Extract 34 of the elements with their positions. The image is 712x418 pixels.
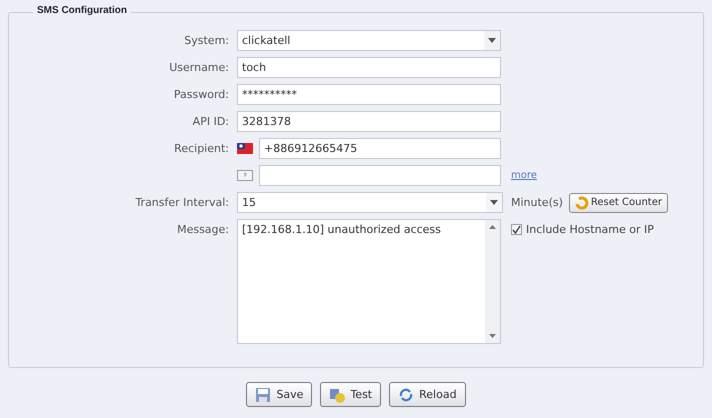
field-label: Message:	[176, 222, 229, 236]
refresh-icon	[398, 386, 414, 402]
more-link[interactable]: more	[511, 170, 537, 181]
scroll-up-icon	[489, 225, 496, 229]
input-field[interactable]: toch	[237, 57, 501, 78]
input-field[interactable]: **********	[237, 84, 501, 105]
checkbox-label: Include Hostname or IP	[526, 223, 654, 236]
field-label: System:	[183, 34, 229, 47]
input-field[interactable]: +886912665475	[259, 138, 501, 159]
section-title: SMS Configuration	[33, 5, 131, 16]
field-label: Password:	[172, 88, 229, 101]
input-field[interactable]: 3281378	[237, 111, 501, 132]
check-icon	[512, 225, 521, 234]
field-label: Transfer Interval:	[134, 196, 229, 209]
field-label: API ID:	[192, 115, 229, 128]
field-label: Username:	[168, 61, 229, 74]
caret-icon	[488, 38, 496, 43]
footer-button[interactable]: Save	[246, 382, 312, 407]
refresh-icon	[574, 196, 589, 210]
scroll-down-icon	[489, 334, 496, 338]
dropdown[interactable]: clickatell	[237, 30, 501, 51]
footer-button[interactable]: Test	[320, 382, 382, 407]
field-label: Recipient:	[173, 142, 229, 155]
caret-icon	[490, 200, 498, 205]
input-field[interactable]	[259, 165, 501, 186]
scrollbar[interactable]	[485, 220, 500, 343]
unknown-flag-icon	[237, 170, 253, 181]
checkbox[interactable]	[511, 224, 522, 235]
message-field[interactable]: [192.168.1.10] unauthorized access	[237, 219, 501, 344]
footer-button[interactable]: Reload	[389, 382, 466, 407]
dropdown[interactable]: 15	[237, 192, 503, 213]
reset-counter-button[interactable]: Reset Counter	[568, 192, 668, 212]
unit-label: Minute(s)	[511, 196, 563, 209]
flag-icon	[237, 143, 253, 154]
